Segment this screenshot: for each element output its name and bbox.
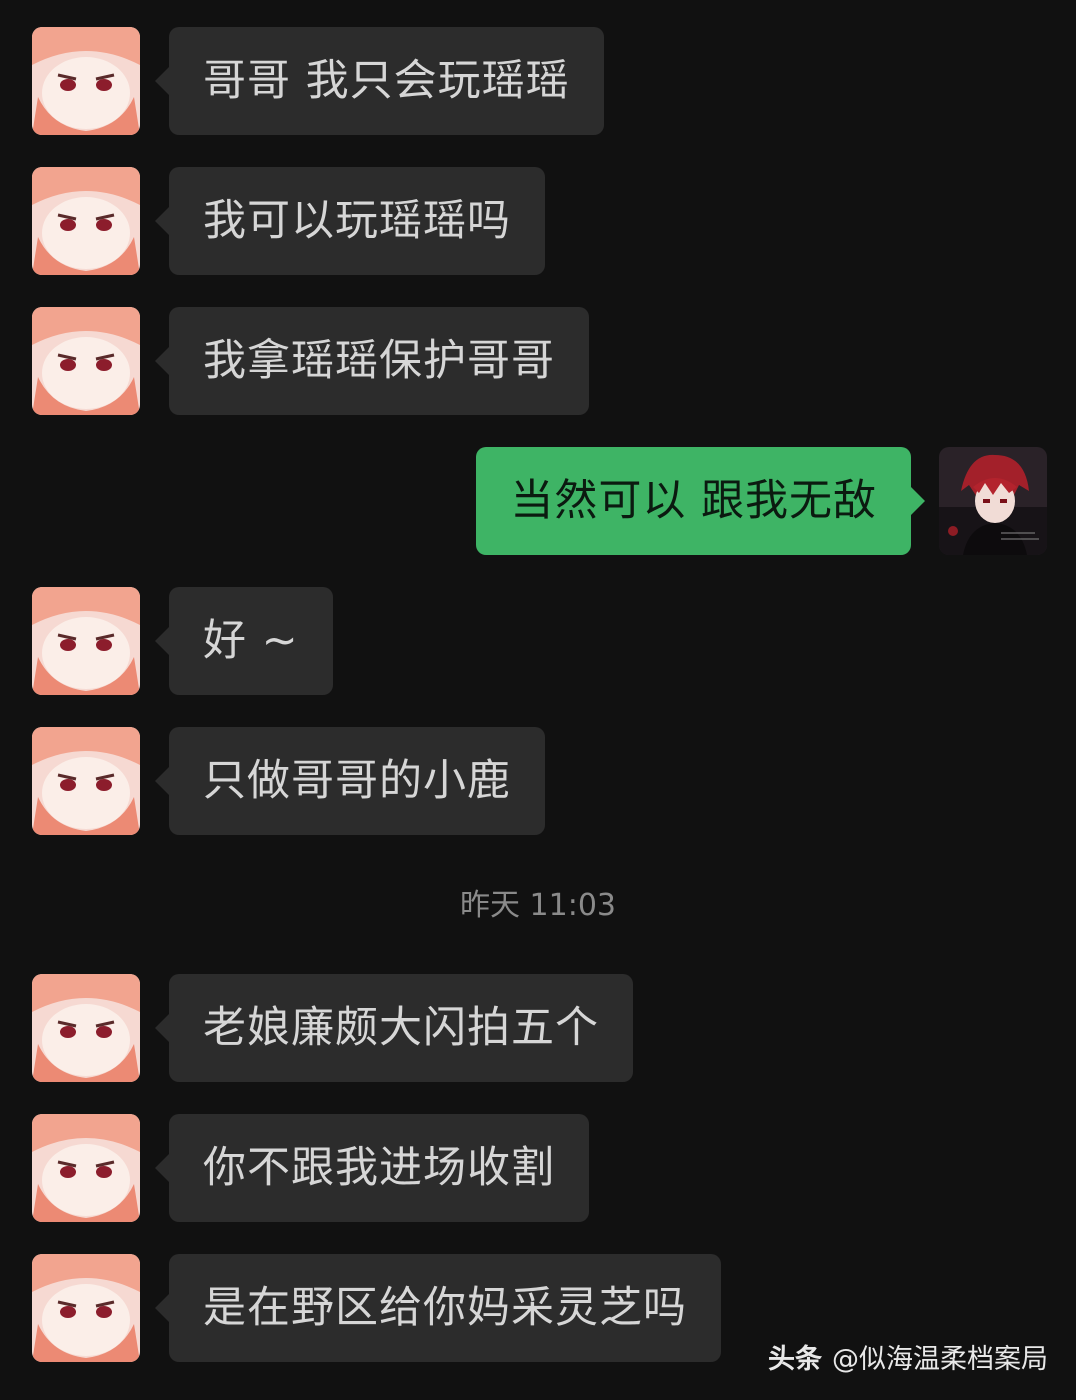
self-avatar[interactable]	[939, 447, 1047, 555]
message-row: 我拿瑶瑶保护哥哥	[0, 307, 1076, 415]
anime-girl-avatar-icon	[32, 727, 140, 835]
incoming-message-bubble[interactable]: 是在野区给你妈采灵芝吗	[155, 1254, 721, 1362]
anime-girl-avatar-icon	[32, 587, 140, 695]
message-row: 老娘廉颇大闪拍五个	[0, 974, 1076, 1082]
incoming-message-bubble[interactable]: 老娘廉颇大闪拍五个	[155, 974, 633, 1082]
anime-girl-avatar-icon	[32, 27, 140, 135]
contact-avatar[interactable]	[32, 307, 140, 415]
message-row: 好 ~	[0, 587, 1076, 695]
anime-girl-avatar-icon	[32, 167, 140, 275]
chat-timestamp: 昨天 11:03	[460, 888, 616, 923]
incoming-message-bubble[interactable]: 我可以玩瑶瑶吗	[155, 167, 545, 275]
anime-girl-avatar-icon	[32, 307, 140, 415]
contact-avatar[interactable]	[32, 727, 140, 835]
anime-girl-avatar-icon	[32, 1114, 140, 1222]
watermark-brand: 头条	[768, 1344, 822, 1375]
message-row: 我可以玩瑶瑶吗	[0, 167, 1076, 275]
incoming-message-bubble[interactable]: 哥哥 我只会玩瑶瑶	[155, 27, 604, 135]
watermark: 头条 @似海温柔档案局	[768, 1340, 1048, 1380]
anime-girl-avatar-icon	[32, 1254, 140, 1362]
watermark-handle: @似海温柔档案局	[832, 1344, 1048, 1375]
outgoing-message-bubble[interactable]: 当然可以 跟我无敌	[476, 447, 925, 555]
incoming-message-bubble[interactable]: 只做哥哥的小鹿	[155, 727, 545, 835]
anime-boy-avatar-icon	[939, 447, 1047, 555]
incoming-message-bubble[interactable]: 你不跟我进场收割	[155, 1114, 589, 1222]
contact-avatar[interactable]	[32, 1114, 140, 1222]
incoming-message-bubble[interactable]: 好 ~	[155, 587, 333, 695]
contact-avatar[interactable]	[32, 27, 140, 135]
incoming-message-bubble[interactable]: 我拿瑶瑶保护哥哥	[155, 307, 589, 415]
contact-avatar[interactable]	[32, 1254, 140, 1362]
anime-girl-avatar-icon	[32, 974, 140, 1082]
message-row: 只做哥哥的小鹿	[0, 727, 1076, 835]
message-row: 哥哥 我只会玩瑶瑶	[0, 27, 1076, 135]
contact-avatar[interactable]	[32, 974, 140, 1082]
contact-avatar[interactable]	[32, 587, 140, 695]
message-row: 当然可以 跟我无敌	[0, 447, 1076, 555]
message-row: 你不跟我进场收割	[0, 1114, 1076, 1222]
contact-avatar[interactable]	[32, 167, 140, 275]
